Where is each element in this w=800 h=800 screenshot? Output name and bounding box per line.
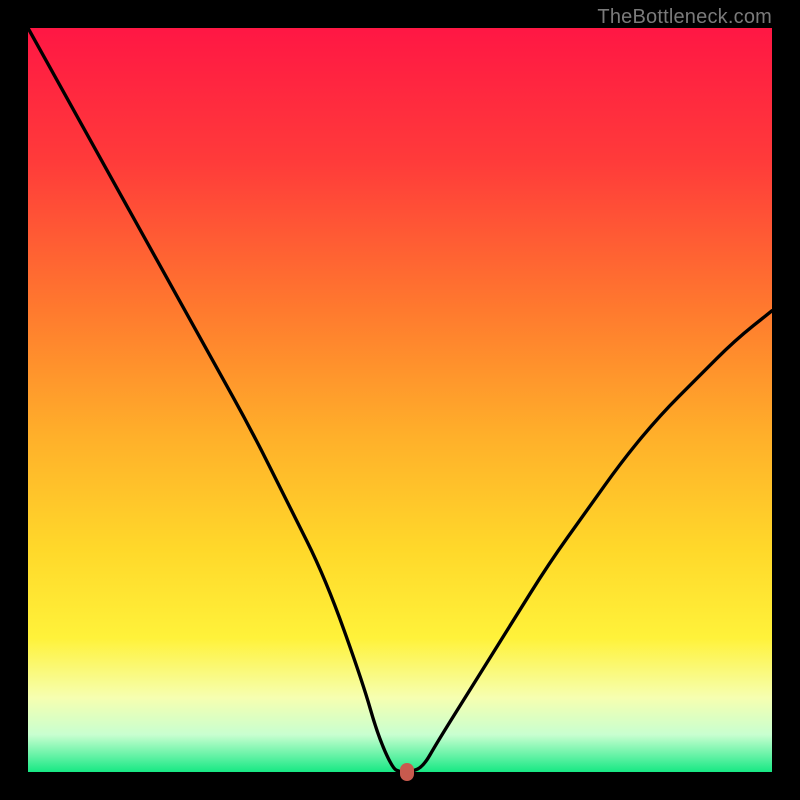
plot-area [28,28,772,772]
optimal-point-marker [400,763,414,781]
chart-frame: TheBottleneck.com [0,0,800,800]
bottleneck-curve [28,28,772,772]
watermark-text: TheBottleneck.com [597,6,772,29]
